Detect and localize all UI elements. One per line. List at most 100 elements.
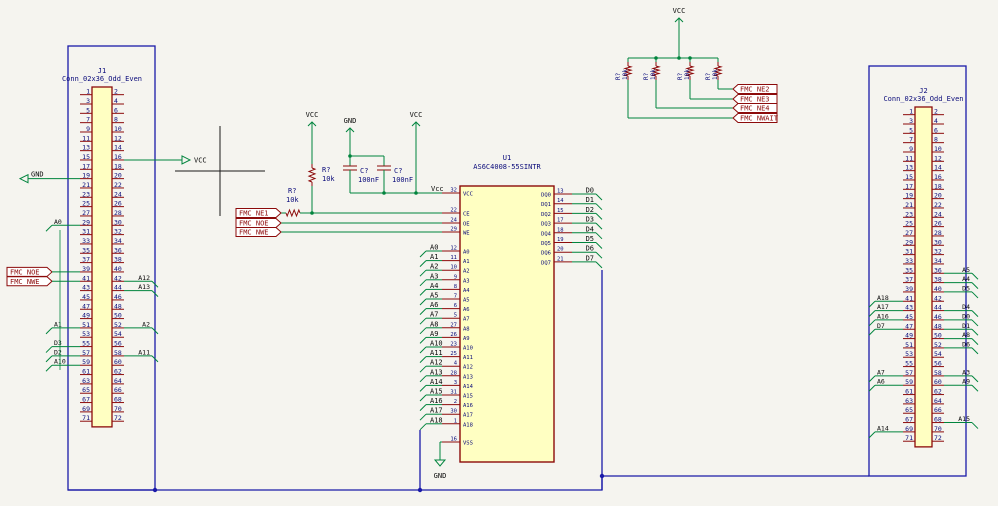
net-label: A5 [430, 292, 438, 300]
bus-entry [419, 317, 427, 325]
net-label: A3 [962, 368, 970, 376]
pin-number: 2 [114, 88, 118, 96]
pin-number: 11 [905, 154, 913, 162]
pin-name: A2 [463, 269, 470, 275]
net-label: A14 [430, 378, 443, 386]
pin-number: 28 [114, 209, 122, 217]
net-label: D0 [962, 312, 970, 320]
pin-number: 40 [114, 265, 122, 273]
bus-junction [417, 487, 423, 493]
pin-number: 1 [909, 108, 913, 116]
pin-number: 6 [454, 303, 457, 309]
pin-number: 57 [905, 369, 913, 377]
net-label: A1 [430, 253, 438, 261]
pin-number: 8 [934, 136, 938, 144]
capacitor-ref: C? [360, 167, 368, 175]
bus-entry [45, 355, 53, 363]
pin-name: OE [463, 222, 470, 228]
gnd-symbol-icon [433, 459, 447, 467]
resistor-value: 10k [684, 69, 691, 80]
pin-name: A4 [463, 288, 470, 294]
pin-number: 8 [114, 116, 118, 124]
junction-dot [310, 211, 314, 215]
pin-name: A17 [463, 413, 473, 419]
pin-number: 22 [934, 201, 942, 209]
pin-name: A8 [463, 326, 470, 332]
net-label: A4 [962, 275, 970, 283]
pin-number: 16 [934, 173, 942, 181]
pin-number: 28 [934, 229, 942, 237]
component-value: Conn_02x36_Odd_Even [62, 75, 142, 83]
pin-number: 39 [905, 285, 913, 293]
net-label: A13 [138, 283, 150, 291]
pin-number: 9 [454, 274, 457, 280]
pin-name: A14 [463, 384, 474, 390]
net-label: A16 [430, 397, 443, 405]
resistor-value: 10k [712, 69, 719, 80]
pin-number: 16 [114, 153, 122, 161]
pin-number: 22 [450, 208, 457, 214]
pin-number: 14 [114, 144, 122, 152]
pin-number: 38 [114, 256, 122, 264]
pin-number: 30 [450, 409, 457, 415]
hier-label-fmc-ne1-text: FMC_NE1 [239, 210, 269, 218]
pin-number: 52 [934, 341, 942, 349]
vcc-label: VCC [194, 156, 207, 164]
pin-number: 41 [905, 294, 913, 302]
pin-name: VCC [463, 192, 473, 198]
pin-name: A12 [463, 365, 473, 371]
bus-bottom [68, 475, 869, 491]
pin-number: 45 [82, 293, 90, 301]
bus-entry [419, 385, 427, 392]
component-ref: J1 [98, 67, 106, 75]
pin-number: 20 [934, 192, 942, 200]
pin-number: 69 [905, 425, 913, 433]
hier-label-fmc_ne3-text: FMC_NE3 [740, 96, 770, 104]
schematic-canvas: J1Conn_02x36_Odd_Even1 23 45 67 89 1011 1213 14… [6, 7, 979, 493]
pin-number: 46 [114, 293, 122, 301]
bus-entry [971, 319, 979, 327]
pin-number: 68 [934, 416, 942, 424]
pin-number: 41 [82, 274, 90, 282]
pin-number: 24 [934, 210, 942, 218]
pin-number: 24 [450, 218, 457, 224]
pin-number: 32 [450, 188, 457, 194]
gnd-label: GND [434, 472, 447, 480]
bus-entry [971, 282, 979, 289]
net-label: D6 [962, 340, 970, 348]
pin-number: 6 [114, 106, 118, 114]
connector-j2[interactable]: J2Conn_02x36_Odd_Even1 23 45 67 89 1011 1213 14… [868, 87, 979, 448]
pin-number: 47 [905, 322, 913, 330]
pin-name: CE [463, 212, 470, 218]
net-label: A0 [430, 244, 438, 252]
gnd-label: GND [344, 117, 357, 125]
pin-number: 50 [934, 332, 942, 340]
net-label: A6 [877, 378, 885, 386]
net-label: D5 [586, 235, 594, 243]
net-label: A15 [958, 415, 970, 423]
pin-number: 69 [82, 405, 90, 413]
pin-number: 71 [905, 434, 913, 442]
net-label: A4 [430, 282, 438, 290]
pin-number: 11 [450, 255, 457, 261]
pin-number: 71 [82, 414, 90, 422]
net-label: A8 [430, 320, 438, 328]
net-label: D4 [586, 225, 594, 233]
resistor-ref: R? [615, 72, 622, 80]
pin-number: 19 [82, 172, 90, 180]
pin-number: 2 [454, 399, 457, 405]
sram-u1[interactable]: U1AS6C4008-55SINTR32VCC22CE24OE29WE12A01… [419, 154, 603, 480]
pin-number: 59 [82, 358, 90, 366]
pin-name: DQ4 [541, 231, 552, 237]
connector-j1[interactable]: J1Conn_02x36_Odd_Even1 23 45 67 89 1011 1213 14… [6, 67, 207, 428]
component-value: AS6C4008-55SINTR [473, 163, 541, 171]
pin-number: 63 [82, 377, 90, 385]
pin-number: 66 [114, 386, 122, 394]
bus-entry [868, 300, 876, 308]
pin-name: A7 [463, 317, 470, 323]
pin-number: 4 [114, 97, 118, 105]
pin-number: 17 [557, 218, 564, 224]
pin-number: 58 [934, 369, 942, 377]
pin-number: 36 [114, 246, 122, 254]
bus-entry [419, 423, 427, 431]
